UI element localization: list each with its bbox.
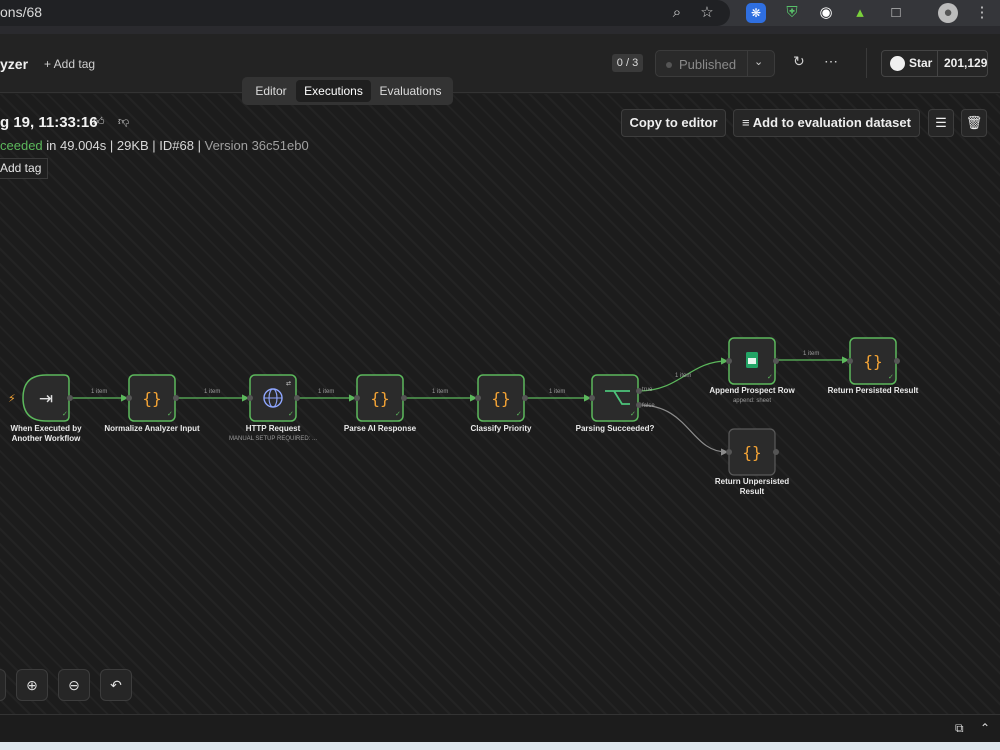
code-braces-icon: {} [370, 389, 389, 408]
github-icon [890, 56, 905, 71]
enter-arrow-icon: ⇥ [39, 389, 53, 408]
trigger-bolt-icon: ⚡︎ [8, 393, 16, 405]
node-label: Return Persisted Result [828, 386, 919, 395]
node-label: Append Prospect Row [709, 386, 795, 395]
browser-bottom-strip [0, 742, 1000, 750]
extension-robot-icon[interactable]: ◉ [816, 3, 836, 23]
extension-shield-icon[interactable]: ⛨ [782, 3, 802, 23]
chevron-up-icon[interactable]: ⌃ [980, 721, 990, 735]
popout-icon[interactable]: ⧉ [955, 721, 964, 736]
zoom-out-button[interactable]: ⊖ [58, 669, 90, 701]
chevron-down-icon[interactable]: ⌄ [754, 55, 763, 68]
edge-label: 1 item [318, 389, 334, 395]
edge-label: 1 item [204, 389, 220, 395]
success-check-icon: ✓ [62, 411, 68, 418]
edge-label-true: true [642, 387, 653, 393]
retry-icon: ⇄ [286, 380, 291, 387]
extensions-puzzle-icon[interactable]: □ [886, 3, 906, 23]
edge-label: 1 item [549, 389, 565, 395]
fit-view-button[interactable]: ▢ [0, 669, 6, 701]
node-label: Parse AI Response [344, 424, 417, 433]
success-check-icon: ✓ [767, 374, 773, 381]
node-label: Another Workflow [12, 434, 82, 443]
success-check-icon: ✓ [288, 411, 294, 418]
browser-menu-icon[interactable]: ⋮ [972, 3, 992, 23]
github-star-button[interactable]: Star 201,129 [881, 50, 988, 77]
divider [866, 48, 867, 78]
divider [747, 51, 748, 76]
edge-label: 1 item [432, 389, 448, 395]
profile-avatar-icon[interactable]: ● [938, 3, 958, 23]
zoom-icon[interactable]: ⌕ [667, 3, 687, 23]
published-button[interactable]: Published ⌄ [655, 50, 775, 77]
star-segment[interactable]: Star [882, 51, 938, 76]
status-dot-icon [666, 62, 672, 68]
node-append-prospect-row[interactable]: ✓ Append Prospect Row append: sheet [709, 337, 795, 404]
browser-separator [0, 26, 1000, 34]
success-check-icon: ✓ [630, 411, 636, 418]
star-label: Star [909, 56, 933, 70]
node-label: Return Unpersisted [715, 477, 789, 486]
workflow-graph[interactable]: 1 item 1 item 1 item 1 item 1 item 1 ite… [0, 94, 1000, 714]
node-return-unpersisted-result[interactable]: {} Return Unpersisted Result [715, 428, 789, 496]
more-options-icon[interactable]: ⋯ [824, 53, 838, 70]
code-braces-icon: {} [863, 352, 882, 371]
code-braces-icon: {} [491, 389, 510, 408]
extension-chart-icon[interactable]: ▴ [850, 3, 870, 23]
success-check-icon: ✓ [516, 411, 522, 418]
star-count: 201,129 [944, 56, 988, 70]
node-parse-ai-response[interactable]: {} ✓ Parse AI Response [344, 374, 417, 433]
edge-label: 1 item [91, 389, 107, 395]
node-return-persisted-result[interactable]: {} ✓ Return Persisted Result [828, 337, 919, 395]
add-tag-link[interactable]: + Add tag [44, 57, 95, 71]
browser-toolbar: ons/68 ⌕ ☆ ❋ ⛨ ◉ ▴ □ ● ⋮ [0, 0, 1000, 26]
history-icon[interactable]: ↻ [793, 53, 805, 70]
workflow-header: yzer + Add tag 0 / 3 Published ⌄ ↻ ⋯ Sta… [0, 34, 1000, 93]
address-bar[interactable]: ons/68 ⌕ ☆ [0, 0, 730, 26]
published-label: Published [679, 57, 737, 72]
edge-label-false: false [642, 403, 655, 409]
node-when-executed-by-another-workflow[interactable]: ⇥ ✓ When Executed by Another Workflow [10, 374, 82, 443]
node-normalize-analyzer-input[interactable]: {} ✓ Normalize Analyzer Input [104, 374, 200, 433]
node-label: Normalize Analyzer Input [104, 424, 200, 433]
node-label: Parsing Succeeded? [576, 424, 655, 433]
zoom-in-button[interactable]: ⊕ [16, 669, 48, 701]
node-classify-priority[interactable]: {} ✓ Classify Priority [471, 374, 532, 433]
workflow-name[interactable]: yzer [0, 56, 28, 72]
reset-zoom-button[interactable]: ↶ [100, 669, 132, 701]
extension-gear-icon[interactable]: ❋ [746, 3, 766, 23]
code-braces-icon: {} [742, 443, 761, 462]
success-check-icon: ✓ [888, 374, 894, 381]
edge-label: 1 item [803, 351, 819, 357]
node-subtitle: MANUAL SETUP REQUIRED: ... [229, 436, 317, 442]
edge-label: 1 item [675, 373, 691, 379]
node-label: HTTP Request [246, 424, 301, 433]
node-http-request[interactable]: ⇄ ✓ HTTP Request MANUAL SETUP REQUIRED: … [229, 374, 317, 442]
version-counter-badge: 0 / 3 [612, 54, 643, 72]
success-check-icon: ✓ [167, 411, 173, 418]
node-label: When Executed by [10, 424, 82, 433]
node-subtitle: append: sheet [733, 398, 771, 404]
bookmark-star-icon[interactable]: ☆ [697, 3, 717, 23]
success-check-icon: ✓ [395, 411, 401, 418]
node-label: Result [740, 487, 765, 496]
url-text: ons/68 [0, 4, 43, 20]
node-label: Classify Priority [471, 424, 532, 433]
code-braces-icon: {} [142, 389, 161, 408]
logs-panel-bar: ⧉ ⌃ [0, 714, 1000, 742]
